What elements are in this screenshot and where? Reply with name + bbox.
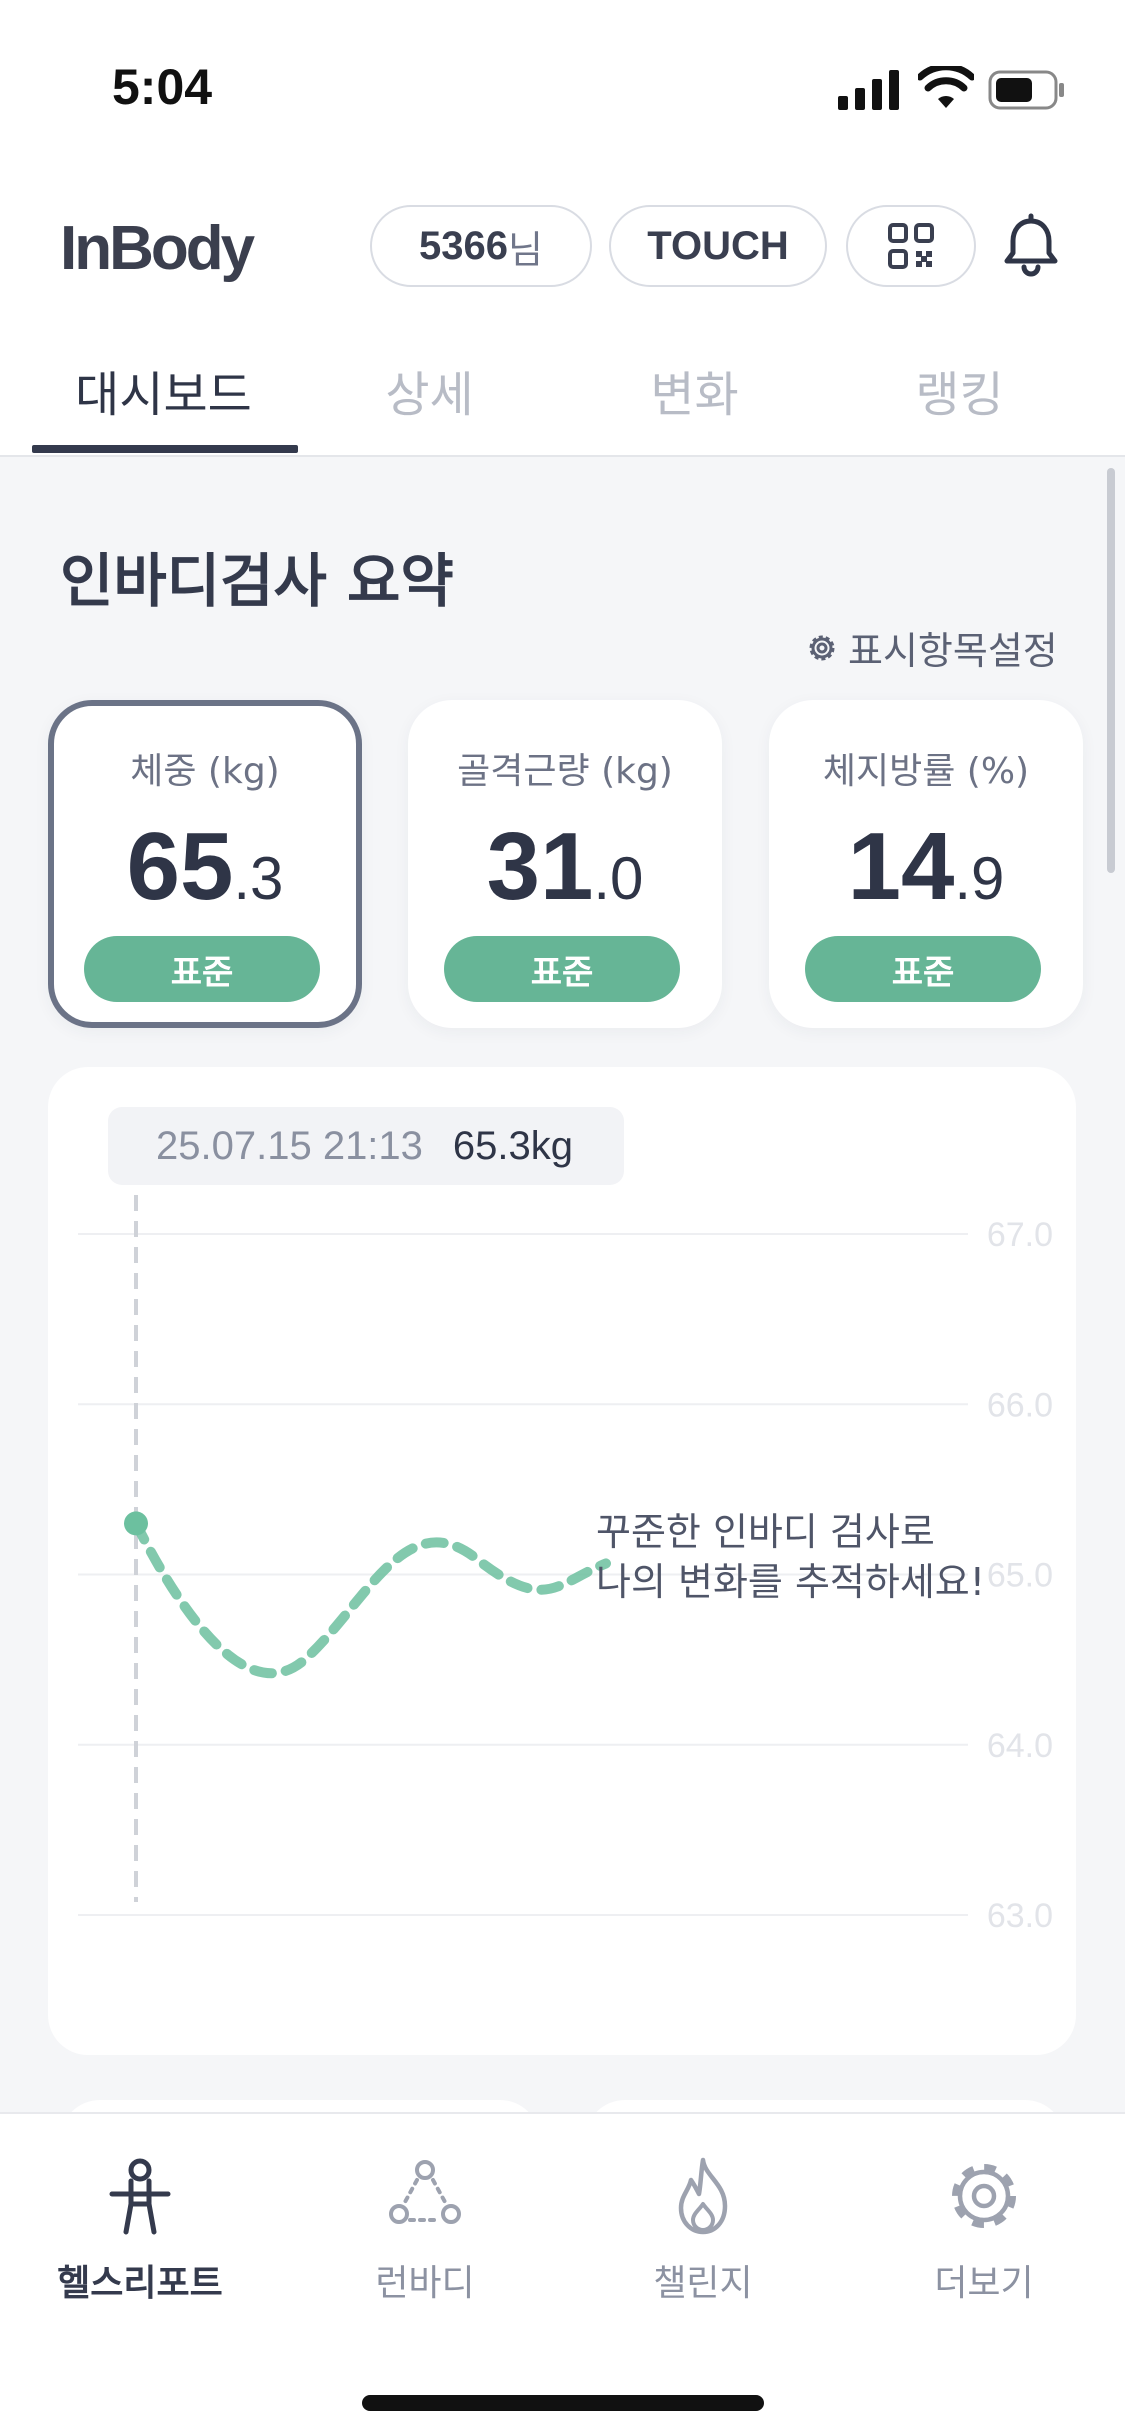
home-indicator [362,2395,764,2411]
nav-label: 헬스리포트 [57,2263,223,2304]
nav-label: 더보기 [934,2263,1034,2304]
metric-label: 체중 (kg) [130,751,280,792]
runbody-icon [389,2160,461,2224]
y-tick-label: 66.0 [987,1386,1053,1424]
metric-card-body-fat[interactable]: 체지방률 (%) 14.9 표준 [769,700,1083,1028]
nav-more[interactable]: 더보기 [864,2154,1104,2306]
y-tick-label: 65.0 [987,1557,1053,1595]
app-header: InBody 5366 님 TOUCH [0,175,1125,315]
chart-tooltip: 25.07.15 21:13 65.3kg [108,1107,624,1185]
y-tick-label: 63.0 [987,1897,1053,1935]
display-settings-label: 표시항목설정 [848,629,1058,673]
cellular-signal-icon [838,70,899,110]
metric-label: 체지방률 (%) [822,751,1030,792]
metric-value: 31.0 [408,812,722,922]
tab-ranking[interactable]: 랭킹 [828,355,1091,425]
wifi-icon [918,66,974,108]
status-badge: 표준 [444,936,680,1002]
metric-value-dec: .9 [954,845,1005,912]
metric-value-int: 65 [126,813,234,920]
metric-card-skeletal-muscle[interactable]: 골격근량 (kg) 31.0 표준 [408,700,722,1028]
touch-button[interactable]: TOUCH [609,205,827,287]
y-tick-label: 67.0 [987,1216,1053,1254]
screen: 5:04 InBody 5366 님 TOUCH 대시보드 상세 변화 랭킹 인… [0,0,1125,2436]
tooltip-date: 25.07.15 21:13 [156,1123,423,1168]
status-bar: 5:04 [0,0,1125,175]
nav-label: 챌린지 [653,2263,753,2304]
gear-icon [952,2164,1016,2228]
nav-health-report[interactable]: 헬스리포트 [20,2154,260,2306]
battery-icon [988,70,1064,110]
tab-dashboard[interactable]: 대시보드 [32,355,295,425]
user-id: 5366 [419,223,508,268]
metric-value-dec: .0 [593,845,644,912]
metric-value-int: 14 [847,813,955,920]
user-suffix: 님 [508,229,543,272]
y-tick-label: 64.0 [987,1727,1053,1765]
status-time: 5:04 [112,59,213,115]
flame-icon [678,2157,728,2235]
metric-value: 14.9 [769,812,1083,922]
data-point [124,1511,148,1536]
metric-label: 골격근량 (kg) [457,751,673,792]
bell-icon[interactable] [998,213,1064,279]
metric-value: 65.3 [54,812,356,922]
metric-value-dec: .3 [233,845,284,912]
active-tab-indicator [32,445,298,453]
chart-message-line-2: 나의 변화를 추적하세요! [596,1560,985,1604]
scrollbar[interactable] [1107,468,1115,873]
tab-detail[interactable]: 상세 [298,355,561,425]
gear-icon [809,635,835,660]
metric-value-int: 31 [486,813,594,920]
placeholder-trend-line [131,1518,611,1679]
nav-runbody[interactable]: 런바디 [305,2154,545,2306]
nav-label: 런바디 [375,2263,475,2304]
nav-challenge[interactable]: 챌린지 [583,2154,823,2306]
section-title: 인바디검사 요약 [60,547,454,615]
tooltip-value: 65.3kg [452,1123,574,1168]
qr-code-button[interactable] [846,205,976,287]
chart-empty-message: 꾸준한 인바디 검사로 나의 변화를 추적하세요! [596,1507,985,1607]
weight-chart-card: 67.0 66.0 65.0 64.0 63.0 25.07.15 21:13 65.3… [48,1067,1076,2055]
tab-bar: 대시보드 상세 변화 랭킹 [0,315,1125,457]
status-badge: 표준 [84,936,320,1002]
user-button[interactable]: 5366 님 [370,205,592,287]
inbody-logo: InBody [60,214,255,283]
chart-message-line-1: 꾸준한 인바디 검사로 [596,1510,935,1554]
health-report-icon [109,2158,171,2235]
tab-change[interactable]: 변화 [563,355,826,425]
status-badge: 표준 [805,936,1041,1002]
bottom-nav: 헬스리포트 런바디 챌린지 더보기 [0,2112,1125,2436]
qr-code-icon [888,223,934,269]
display-settings-button[interactable]: 표시항목설정 [804,620,1058,675]
metric-card-weight[interactable]: 체중 (kg) 65.3 표준 [48,700,362,1028]
